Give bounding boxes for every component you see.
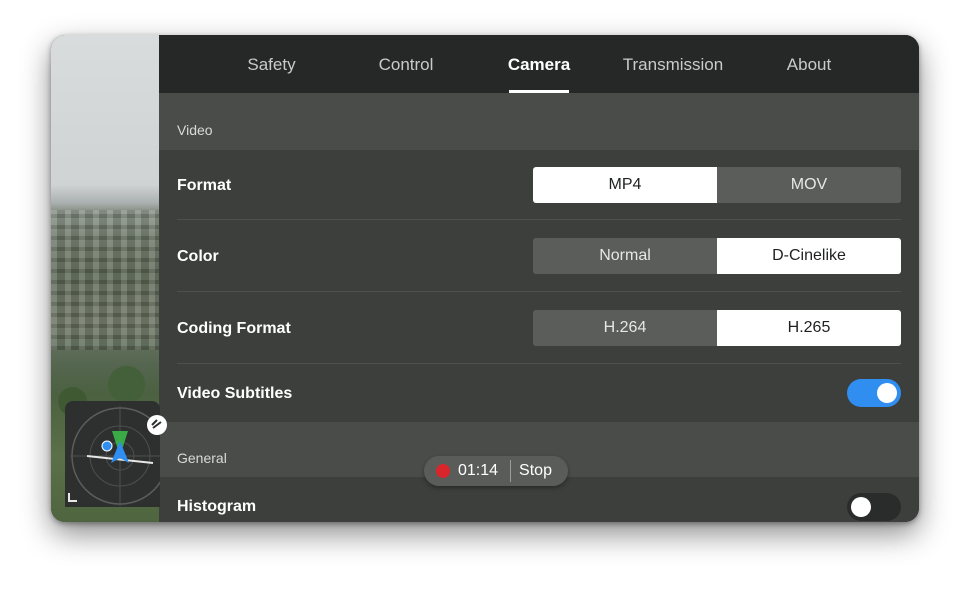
format-selector: MP4 MOV (533, 167, 901, 203)
color-row: Color Normal D-Cinelike (159, 220, 919, 292)
video-subtitles-row: Video Subtitles (159, 364, 919, 422)
format-option-mov[interactable]: MOV (717, 167, 901, 203)
coding-option-h264[interactable]: H.264 (533, 310, 717, 346)
video-subtitles-label: Video Subtitles (177, 385, 293, 402)
section-header-video: Video (159, 93, 919, 150)
recording-separator (510, 460, 512, 482)
histogram-label: Histogram (177, 498, 257, 515)
color-option-normal[interactable]: Normal (533, 238, 717, 274)
coding-format-label: Coding Format (177, 320, 291, 337)
record-icon (436, 464, 450, 478)
aircraft-radar-icon (68, 406, 160, 506)
coding-format-row: Coding Format H.264 H.265 (159, 292, 919, 364)
toggle-knob (877, 383, 897, 403)
color-label: Color (177, 248, 219, 265)
color-selector: Normal D-Cinelike (533, 238, 901, 274)
device-screen: Safety Control Camera Transmission About… (51, 35, 919, 522)
tab-control[interactable]: Control (371, 35, 441, 93)
recording-indicator: 01:14 Stop (424, 456, 568, 486)
format-label: Format (177, 177, 232, 194)
coding-option-h265[interactable]: H.265 (717, 310, 901, 346)
color-option-dcinelike[interactable]: D-Cinelike (717, 238, 901, 274)
histogram-toggle[interactable] (847, 493, 901, 521)
format-option-mp4[interactable]: MP4 (533, 167, 717, 203)
radar-rotate-icon[interactable] (147, 415, 167, 435)
tab-camera[interactable]: Camera (502, 35, 576, 93)
settings-panel: Safety Control Camera Transmission About… (159, 35, 919, 522)
coding-format-selector: H.264 H.265 (533, 310, 901, 346)
feed-buildings (51, 210, 159, 350)
tab-bar: Safety Control Camera Transmission About (159, 35, 919, 93)
tab-about[interactable]: About (779, 35, 839, 93)
recording-time: 01:14 (458, 462, 499, 479)
stop-recording-button[interactable]: Stop (519, 462, 552, 480)
video-subtitles-toggle[interactable] (847, 379, 901, 407)
format-row: Format MP4 MOV (159, 150, 919, 220)
tab-safety[interactable]: Safety (239, 35, 304, 93)
tab-transmission[interactable]: Transmission (615, 35, 731, 93)
toggle-knob (851, 497, 871, 517)
aircraft-radar[interactable] (65, 401, 160, 507)
